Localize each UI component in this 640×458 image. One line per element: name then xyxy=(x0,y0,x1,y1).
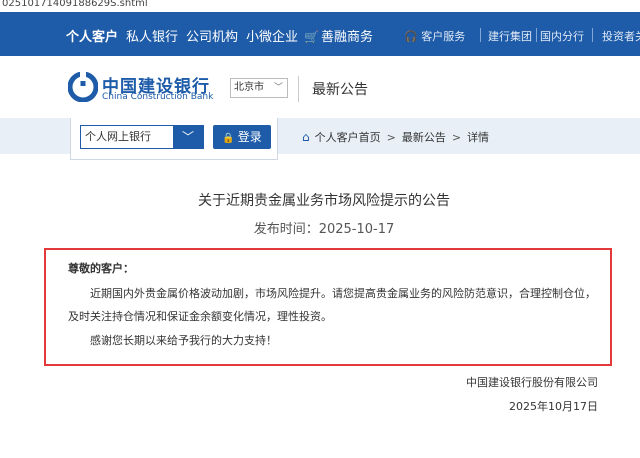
article-title: 关于近期贵金属业务市场风险提示的公告 xyxy=(198,193,450,209)
publish-date-value: 2025-10-17 xyxy=(318,222,395,237)
channel-select[interactable]: 个人网上银行 ﹀ xyxy=(80,125,204,149)
site-header: 中国建设银行 China Construction Bank 北京市 ﹀ 最新公… xyxy=(0,56,640,118)
breadcrumb-separator: > xyxy=(451,131,462,144)
section-title: 最新公告 xyxy=(312,82,368,98)
chevron-down-icon[interactable]: ﹀ xyxy=(173,126,203,148)
nav-corporate[interactable]: 公司机构 xyxy=(186,26,238,45)
nav-ccb-group[interactable]: 建行集团 xyxy=(488,28,532,44)
headset-icon: 🎧 xyxy=(404,30,418,43)
nav-small-business[interactable]: 小微企业 xyxy=(246,26,298,45)
cart-icon: 🛒 xyxy=(304,30,319,44)
notice-paragraph-1-line-2: 及时关注持仓情况和保证金余额变化情况，理性投资。 xyxy=(68,310,332,323)
channel-select-value: 个人网上银行 xyxy=(85,130,151,143)
nav-investor-relations[interactable]: 投资者关 xyxy=(602,28,640,44)
ccb-logo-icon[interactable] xyxy=(68,72,98,102)
header-divider xyxy=(298,76,299,102)
nav-divider xyxy=(536,28,537,42)
publish-date: 发布时间：2025-10-17 xyxy=(0,218,640,237)
nav-divider xyxy=(480,28,481,42)
login-panel: 个人网上银行 ﹀ 🔒 登录 xyxy=(70,118,278,160)
lock-icon: 🔒 xyxy=(222,133,235,144)
url-text: 02510171409188629S.shtml xyxy=(2,0,148,9)
breadcrumb-separator: > xyxy=(386,131,396,144)
nav-mall[interactable]: 🛒 善融商务 xyxy=(304,26,373,45)
nav-divider xyxy=(592,28,593,42)
nav-private-bank[interactable]: 私人银行 xyxy=(126,26,178,45)
publish-date-label: 发布时间： xyxy=(253,222,319,237)
city-value: 北京市 xyxy=(234,82,264,93)
breadcrumb-home[interactable]: 个人客户首页 xyxy=(315,131,381,144)
notice-paragraph-1-line-1: 近期国内外贵金属价格波动加剧，市场风险提升。请您提高贵金属业务的风险防范意识，合… xyxy=(90,287,596,300)
breadcrumb-announcements[interactable]: 最新公告 xyxy=(402,131,446,144)
login-button-label: 登录 xyxy=(237,130,262,144)
chevron-down-icon: ﹀ xyxy=(273,83,283,93)
nav-personal[interactable]: 个人客户 xyxy=(66,26,118,45)
city-select[interactable]: 北京市 ﹀ xyxy=(230,78,288,98)
top-navigation: 个人客户 私人银行 公司机构 小微企业 🛒 善融商务 🎧 客户服务 建行集团 国内… xyxy=(0,12,640,56)
notice-greeting: 尊敬的客户： xyxy=(68,262,134,275)
home-icon[interactable]: ⌂ xyxy=(302,130,310,144)
login-button[interactable]: 🔒 登录 xyxy=(213,125,271,149)
breadcrumb-current: 详情 xyxy=(467,131,490,144)
breadcrumb: ⌂ 个人客户首页 > 最新公告 > 详情 xyxy=(302,129,489,145)
nav-domestic-branch[interactable]: 国内分行 xyxy=(540,28,584,44)
sign-date: 2025年10月17日 xyxy=(509,400,598,413)
highlighted-notice: 尊敬的客户： 近期国内外贵金属价格波动加剧，市场风险提升。请您提高贵金属业务的风… xyxy=(44,248,612,366)
nav-customer-service-label: 客户服务 xyxy=(421,30,466,43)
url-bar[interactable]: 02510171409188629S.shtml xyxy=(0,0,640,12)
notice-paragraph-2: 感谢您长期以来给予我行的大力支持！ xyxy=(90,334,277,347)
signer: 中国建设银行股份有限公司 xyxy=(466,376,598,389)
nav-mall-label: 善融商务 xyxy=(320,30,373,45)
nav-customer-service[interactable]: 🎧 客户服务 xyxy=(404,28,465,44)
logo-text-en: China Construction Bank xyxy=(102,92,214,102)
